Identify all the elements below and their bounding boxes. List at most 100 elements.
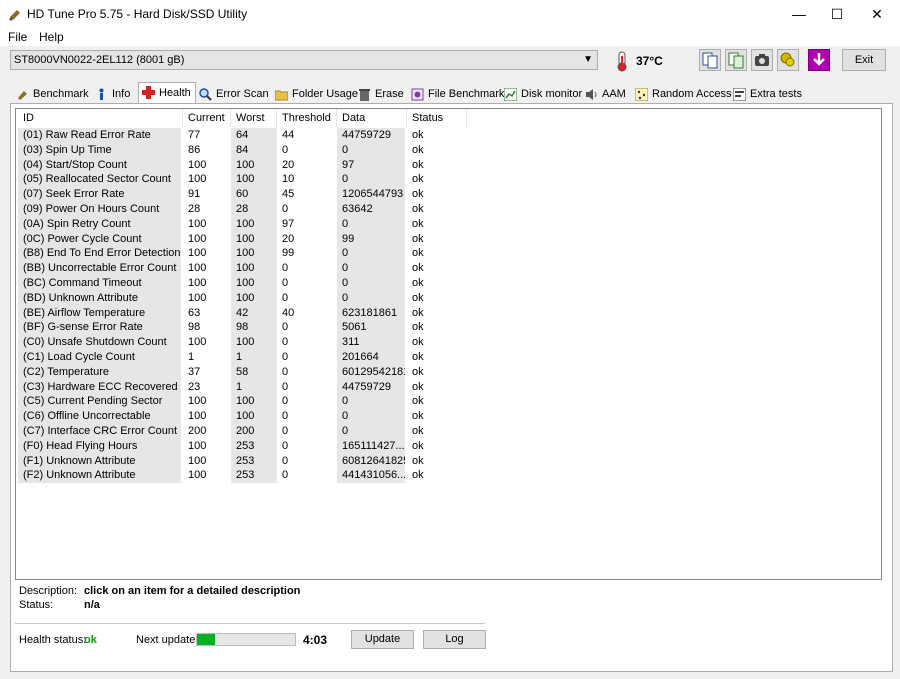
window-title: HD Tune Pro 5.75 - Hard Disk/SSD Utility — [27, 7, 248, 21]
table-row[interactable]: (C6) Offline Uncorrectable 100 100 0 0 ok — [16, 409, 476, 425]
copy-info-button[interactable] — [725, 49, 747, 71]
table-row[interactable]: (BF) G-sense Error Rate 98 98 0 5061 ok — [16, 320, 476, 336]
menu-help[interactable]: Help — [39, 30, 64, 44]
raw-data-value: 201664 — [337, 350, 405, 365]
table-row[interactable]: (01) Raw Read Error Rate 77 64 44 44759729 ok — [16, 128, 476, 143]
table-row[interactable]: (0A) Spin Retry Count 100 100 97 0 ok — [16, 216, 476, 232]
worst-value: 64 — [231, 128, 277, 143]
table-row[interactable]: (09) Power On Hours Count 28 28 0 63642 ok — [16, 202, 476, 217]
tab-disk-monitor[interactable]: Disk monitor — [501, 85, 582, 104]
column-header-data[interactable]: Data — [337, 109, 407, 127]
table-row[interactable]: (BB) Uncorrectable Error Count 100 100 0 0 ok — [16, 261, 476, 277]
raw-data-value: 60129542181 — [337, 364, 405, 380]
attribute-id: (C0) Unsafe Shutdown Count — [18, 335, 181, 351]
table-row[interactable]: (0C) Power Cycle Count 100 100 20 99 ok — [16, 231, 476, 247]
column-header-worst[interactable]: Worst — [231, 109, 277, 127]
save-button[interactable] — [808, 49, 830, 71]
tab-aam[interactable]: AAM — [582, 85, 630, 104]
worst-value: 100 — [231, 409, 277, 425]
tab-erase[interactable]: Erase — [355, 85, 409, 104]
attribute-id: (C5) Current Pending Sector — [18, 394, 181, 410]
attribute-id: (05) Reallocated Sector Count — [18, 172, 181, 188]
threshold-value: 0 — [282, 365, 289, 378]
smart-attributes-table[interactable]: ID Current Worst Threshold Data Status (… — [15, 108, 882, 580]
status-value: ok — [412, 247, 424, 260]
raw-data-value: 5061 — [337, 320, 405, 336]
column-header-threshold[interactable]: Threshold — [277, 109, 337, 127]
threshold-value: 97 — [282, 217, 295, 230]
log-button[interactable]: Log — [423, 630, 486, 649]
tab-folder-usage[interactable]: Folder Usage — [272, 85, 360, 104]
screenshot-button[interactable] — [751, 49, 773, 71]
close-button[interactable]: ✕ — [854, 0, 900, 28]
tab-error-scan[interactable]: Error Scan — [196, 85, 274, 104]
raw-data-value: 44759729 — [337, 128, 405, 143]
status-value: ok — [412, 469, 424, 482]
table-row[interactable]: (F1) Unknown Attribute 100 253 0 60812641825… — [16, 453, 476, 469]
table-row[interactable]: (C1) Load Cycle Count 1 1 0 201664 ok — [16, 350, 476, 365]
drive-select[interactable]: ST8000VN0022-2EL112 (8001 gB) ▼ — [10, 50, 598, 70]
threshold-value: 0 — [282, 454, 289, 467]
attribute-id: (B8) End To End Error Detection — [18, 246, 181, 262]
status-value: ok — [412, 351, 424, 363]
update-button[interactable]: Update — [351, 630, 414, 649]
status-value: ok — [412, 291, 424, 304]
table-row[interactable]: (F2) Unknown Attribute 100 253 0 441431056..… — [16, 468, 476, 484]
status-value: ok — [412, 365, 424, 378]
threshold-value: 20 — [282, 232, 295, 245]
exit-button[interactable]: Exit — [842, 49, 886, 71]
table-row[interactable]: (05) Reallocated Sector Count 100 100 10 0 ok — [16, 172, 476, 188]
table-row[interactable]: (03) Spin Up Time 86 84 0 0 ok — [16, 142, 476, 158]
benchmark-icon — [18, 91, 27, 100]
attribute-id: (F2) Unknown Attribute — [18, 468, 181, 484]
tab-info[interactable]: Info — [92, 85, 142, 104]
current-value: 23 — [188, 380, 201, 393]
worst-value: 253 — [231, 453, 277, 469]
worst-value: 28 — [231, 202, 277, 217]
table-row[interactable]: (04) Start/Stop Count 100 100 20 97 ok — [16, 157, 476, 173]
table-row[interactable]: (C3) Hardware ECC Recovered 23 1 0 44759729 o… — [16, 379, 476, 395]
options-button[interactable] — [777, 49, 799, 71]
random-access-icon — [635, 88, 648, 101]
attribute-id: (0A) Spin Retry Count — [18, 216, 181, 232]
column-header-id[interactable]: ID — [18, 109, 183, 127]
status-value: ok — [412, 217, 424, 230]
table-row[interactable]: (BC) Command Timeout 100 100 0 0 ok — [16, 276, 476, 291]
status-value: ok — [412, 395, 424, 408]
disk-monitor-icon — [504, 88, 517, 101]
attribute-id: (04) Start/Stop Count — [18, 157, 181, 173]
options-icon — [780, 52, 795, 67]
column-header-status[interactable]: Status — [407, 109, 467, 127]
threshold-value: 0 — [282, 469, 289, 482]
current-value: 100 — [188, 158, 207, 171]
table-row[interactable]: (B8) End To End Error Detection 100 100 99 0… — [16, 246, 476, 262]
tab-health[interactable]: Health — [138, 82, 196, 104]
table-row[interactable]: (F0) Head Flying Hours 100 253 0 165111427..… — [16, 438, 476, 454]
tab-benchmark[interactable]: Benchmark — [13, 85, 93, 104]
next-update-label: Next update: — [136, 634, 199, 646]
copy-text-button[interactable] — [699, 49, 721, 71]
current-value: 100 — [188, 336, 207, 349]
raw-data-value: 165111427... — [337, 438, 405, 454]
current-value: 100 — [188, 277, 207, 289]
tab-file-benchmark[interactable]: File Benchmark — [408, 85, 504, 104]
threshold-value: 0 — [282, 425, 289, 437]
column-header-current[interactable]: Current — [183, 109, 231, 127]
table-row[interactable]: (C2) Temperature 37 58 0 60129542181 ok — [16, 364, 476, 380]
current-value: 100 — [188, 469, 207, 482]
table-row[interactable]: (C5) Current Pending Sector 100 100 0 0 ok — [16, 394, 476, 410]
table-row[interactable]: (C0) Unsafe Shutdown Count 100 100 0 311 ok — [16, 335, 476, 351]
status-value: ok — [412, 380, 424, 393]
table-row[interactable]: (07) Seek Error Rate 91 60 45 1206544793 ok — [16, 187, 476, 203]
tab-random-access[interactable]: Random Access — [632, 85, 731, 104]
tab-extra-tests[interactable]: Extra tests — [730, 85, 810, 104]
status-label: Status: — [19, 599, 54, 611]
raw-data-value: 0 — [337, 424, 405, 439]
menu-file[interactable]: File — [8, 30, 27, 44]
drive-select-value: ST8000VN0022-2EL112 (8001 gB) — [14, 54, 185, 66]
current-value: 100 — [188, 262, 207, 275]
table-row[interactable]: (C7) Interface CRC Error Count 200 200 0 0 ok — [16, 424, 476, 439]
health-cross-icon — [142, 86, 155, 99]
table-row[interactable]: (BE) Airflow Temperature 63 42 40 623181861 o… — [16, 305, 476, 321]
table-row[interactable]: (BD) Unknown Attribute 100 100 0 0 ok — [16, 290, 476, 306]
